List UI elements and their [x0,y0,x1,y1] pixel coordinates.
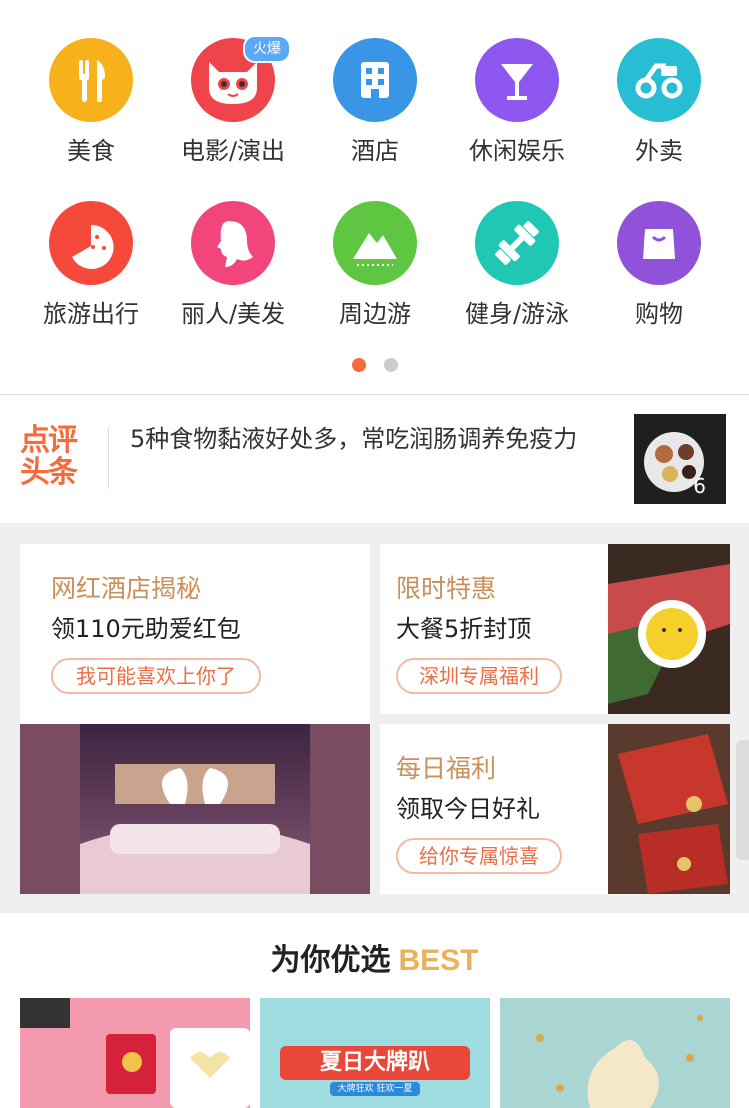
promo-title: 限时特惠 [396,574,497,603]
category-label: 电影/演出 [180,137,286,165]
best-picks-section: 为你优选 BEST 夏日大牌趴 大牌狂欢 狂欢一夏 [0,913,749,1108]
category-label: 休闲娱乐 [469,137,565,165]
category-label: 旅游出行 [43,300,139,328]
headline-thumbnail[interactable]: 6 [634,414,726,504]
promo-subtitle: 大餐5折封顶 [396,615,532,643]
promo-title: 网红酒店揭秘 [51,574,202,603]
hotel-bed-image [20,724,370,894]
banner-title: 夏日大牌趴 [319,1050,430,1075]
category-fitness-swim[interactable]: 健身/游泳 [446,201,588,361]
best-banner-pink[interactable] [20,998,250,1108]
category-label: 购物 [635,300,683,328]
best-banner-icecream[interactable] [500,998,730,1108]
category-label: 健身/游泳 [464,300,570,328]
page-dot[interactable] [384,358,398,372]
promo-daily-card[interactable]: 每日福利 领取今日好礼 给你专属惊喜 [380,724,730,894]
category-label: 美食 [67,137,115,165]
promo-hotel-card[interactable]: 网红酒店揭秘 领110元助爱红包 我可能喜欢上你了 [20,544,370,894]
red-envelope-image [608,724,730,894]
delivery-scooter-icon [617,38,701,122]
category-nearby-travel[interactable]: 周边游 [304,201,446,361]
category-label: 酒店 [351,137,399,165]
promo-flash-card[interactable]: 限时特惠 大餐5折封顶 深圳专属福利 [380,544,730,714]
promo-subtitle: 领取今日好礼 [396,795,540,823]
category-hotel[interactable]: 酒店 [304,38,446,198]
hot-badge: 火爆 [243,35,291,63]
watermelon-icon [49,201,133,285]
promo-hotel-button[interactable]: 我可能喜欢上你了 [51,658,261,694]
fork-knife-icon [49,38,133,122]
mountain-icon [333,201,417,285]
category-label: 周边游 [339,300,411,328]
image-count: 6 [693,474,706,498]
food-plate-image [608,544,730,714]
page-indicator [0,358,749,374]
promo-title: 每日福利 [396,754,497,783]
hotel-building-icon [333,38,417,122]
category-leisure[interactable]: 休闲娱乐 [446,38,588,198]
dianping-headlines-logo: 点评 头条 [20,423,78,490]
category-beauty[interactable]: 丽人/美发 [162,201,304,361]
shopping-bag-icon [617,201,701,285]
section-title: 为你优选 BEST [270,943,479,978]
divider [108,427,109,489]
category-food[interactable]: 美食 [20,38,162,198]
category-label: 丽人/美发 [180,300,286,328]
woman-profile-icon [191,201,275,285]
promo-daily-button[interactable]: 给你专属惊喜 [396,838,562,874]
category-grid: 美食 电影/演出 酒店 休闲娱乐 外卖 旅游出行 丽人/美发 周边游 健身/游泳… [0,0,749,394]
category-travel[interactable]: 旅游出行 [20,201,162,361]
best-banner-summer[interactable]: 夏日大牌趴 大牌狂欢 狂欢一夏 [260,998,490,1108]
category-label: 外卖 [635,137,683,165]
promo-subtitle: 领110元助爱红包 [51,615,241,643]
cocktail-glass-icon [475,38,559,122]
category-shopping[interactable]: 购物 [588,201,730,361]
headline-news[interactable]: 点评 头条 5种食物黏液好处多，常吃润肠调养免疫力 6 [0,395,749,523]
page-dot-active[interactable] [352,358,366,372]
headline-text[interactable]: 5种食物黏液好处多，常吃润肠调养免疫力 [130,419,610,459]
dumbbell-icon [475,201,559,285]
banner-subtitle: 大牌狂欢 狂欢一夏 [337,1084,413,1094]
promo-flash-button[interactable]: 深圳专属福利 [396,658,562,694]
floating-scroll-handle[interactable] [736,740,749,860]
category-takeout[interactable]: 外卖 [588,38,730,198]
